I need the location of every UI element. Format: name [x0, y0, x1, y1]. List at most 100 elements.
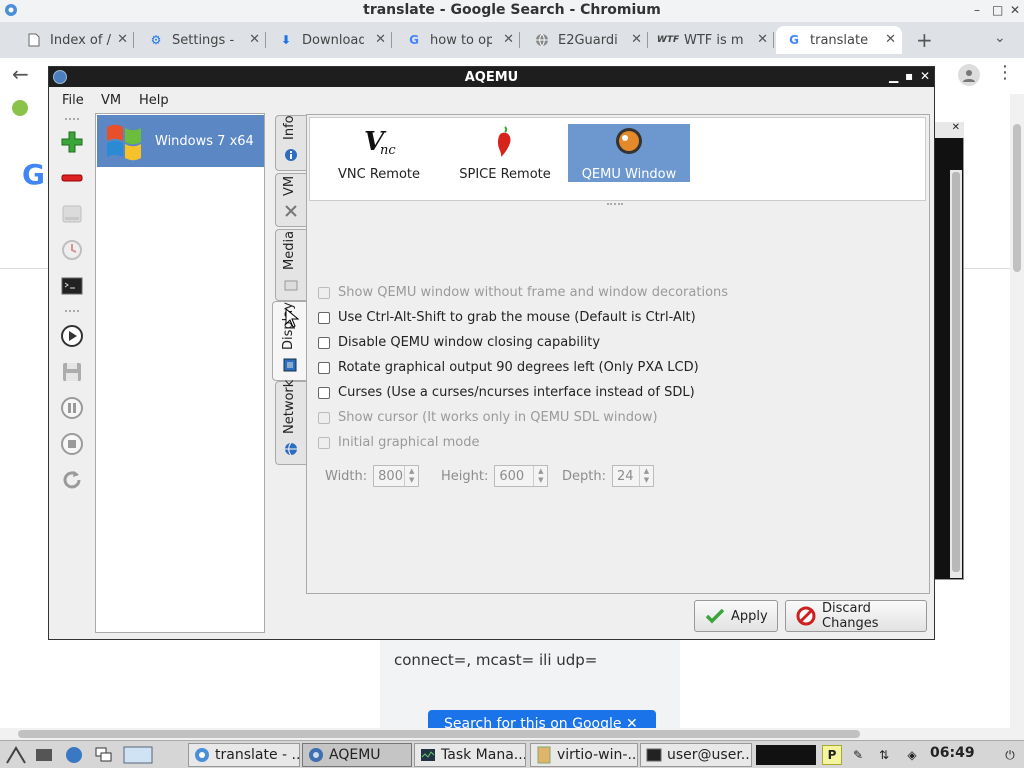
tab-media[interactable]: Media	[275, 229, 306, 301]
tab-settings[interactable]: ⚙ Settings - ✕	[138, 26, 266, 54]
google-logo[interactable]: G	[22, 158, 45, 191]
menu-icon[interactable]: ⋮	[996, 62, 1014, 83]
reset-icon[interactable]	[58, 466, 86, 494]
hard-disk-icon[interactable]	[58, 200, 86, 228]
checkbox[interactable]	[318, 436, 330, 449]
window-switcher-icon[interactable]	[94, 745, 114, 765]
depth-field: Depth: 24 ▲ ▼	[562, 465, 654, 487]
back-icon[interactable]: ←	[12, 62, 29, 86]
save-icon[interactable]	[58, 358, 86, 386]
pause-icon[interactable]	[58, 394, 86, 422]
background-window-scrollbar[interactable]	[950, 170, 962, 578]
tab-search-icon[interactable]: ⌄	[994, 30, 1006, 46]
checkbox[interactable]	[318, 286, 330, 299]
tab-close-icon[interactable]: ✕	[249, 32, 260, 47]
clock-icon[interactable]	[58, 236, 86, 264]
tab-close-icon[interactable]: ✕	[117, 32, 128, 47]
spin-arrows-icon[interactable]: ▲ ▼	[533, 466, 547, 486]
checkbox[interactable]	[318, 386, 330, 399]
maximize-icon[interactable]: ▪	[905, 69, 913, 83]
tab-how-to[interactable]: G how to op ✕	[396, 26, 520, 54]
checkbox[interactable]	[318, 361, 330, 374]
checkbox[interactable]	[318, 336, 330, 349]
vm-list: Windows 7 x64	[95, 113, 265, 633]
tab-e2guardian[interactable]: E2Guardi ✕	[524, 26, 648, 54]
network-globe-icon	[284, 442, 298, 456]
tab-network[interactable]: Network	[275, 380, 306, 465]
network-icon[interactable]: ⇅	[874, 745, 894, 765]
checkbox[interactable]	[318, 311, 330, 324]
horizontal-scrollbar[interactable]	[0, 728, 1024, 740]
height-spinbox[interactable]: 600 ▲ ▼	[494, 465, 549, 487]
vnc-remote-mode[interactable]: Vnc VNC Remote	[318, 124, 440, 183]
option-ctrl-alt-shift-grab[interactable]: Use Ctrl-Alt-Shift to grab the mouse (De…	[318, 310, 696, 325]
clock[interactable]: 06:49	[930, 745, 975, 761]
search-on-google-button[interactable]: Search for this on Google ✕	[428, 710, 656, 728]
task-task-manager[interactable]: Task Mana...	[414, 743, 526, 767]
option-rotate-output[interactable]: Rotate graphical output 90 degrees left …	[318, 360, 699, 375]
updates-icon[interactable]: ◈	[902, 745, 922, 765]
menu-file[interactable]: File	[62, 93, 84, 108]
browser-launcher-icon[interactable]	[64, 745, 84, 765]
tab-close-icon[interactable]: ✕	[375, 32, 386, 47]
width-spinbox[interactable]: 800 ▲ ▼	[373, 465, 420, 487]
file-manager-icon[interactable]	[34, 745, 54, 765]
start-menu-icon[interactable]	[6, 745, 26, 765]
terminal-icon[interactable]	[58, 272, 86, 300]
page-scrollbar[interactable]	[1010, 94, 1024, 728]
profile-icon[interactable]	[958, 64, 980, 86]
tab-translate[interactable]: G translate ✕	[776, 26, 902, 54]
tab-close-icon[interactable]: ✕	[757, 32, 768, 47]
remove-vm-icon[interactable]	[58, 164, 86, 192]
tab-close-icon[interactable]: ✕	[631, 32, 642, 47]
task-aqemu[interactable]: AQEMU	[302, 743, 412, 767]
tab-wtf[interactable]: WTF WTF is m ✕	[650, 26, 774, 54]
qemu-window-mode[interactable]: QEMU Window	[568, 124, 690, 182]
option-frameless-window[interactable]: Show QEMU window without frame and windo…	[318, 285, 728, 300]
show-desktop-icon[interactable]	[122, 745, 154, 765]
cpu-graph[interactable]	[756, 745, 816, 765]
add-vm-icon[interactable]	[58, 128, 86, 156]
spice-remote-mode[interactable]: SPICE Remote	[444, 124, 566, 182]
tab-info[interactable]: Info	[275, 115, 306, 171]
minimize-icon[interactable]: –	[974, 3, 980, 17]
snippet-text: connect=, mcast= ili udp=	[394, 651, 598, 669]
background-window-close[interactable]: ✕	[934, 122, 964, 138]
option-initial-graphical-mode[interactable]: Initial graphical mode	[318, 435, 480, 450]
task-terminal[interactable]: user@user...	[640, 743, 752, 767]
close-icon[interactable]: ✕	[920, 69, 930, 83]
tab-vm[interactable]: VM	[275, 173, 306, 227]
power-icon[interactable]: ⏻	[1000, 745, 1020, 765]
vm-list-item[interactable]: Windows 7 x64	[97, 115, 264, 167]
toolbar-grip[interactable]	[65, 118, 79, 122]
option-curses[interactable]: Curses (Use a curses/ncurses interface i…	[318, 385, 695, 400]
clipboard-icon[interactable]: P	[822, 745, 842, 765]
spin-arrows-icon[interactable]: ▲ ▼	[404, 466, 418, 486]
stop-icon[interactable]	[58, 430, 86, 458]
menu-vm[interactable]: VM	[101, 93, 121, 108]
task-chromium[interactable]: translate - ...	[188, 743, 300, 767]
aqemu-title: AQEMU	[464, 70, 519, 85]
play-icon[interactable]	[58, 322, 86, 350]
checkbox[interactable]	[318, 411, 330, 424]
depth-spinbox[interactable]: 24 ▲ ▼	[611, 465, 654, 487]
apply-button[interactable]: Apply	[694, 600, 778, 632]
maximize-icon[interactable]: □	[992, 3, 1003, 17]
tab-close-icon[interactable]: ✕	[503, 32, 514, 47]
menu-help[interactable]: Help	[139, 93, 169, 108]
tab-close-icon[interactable]: ✕	[885, 32, 896, 47]
option-disable-window-closing[interactable]: Disable QEMU window closing capability	[318, 335, 600, 350]
edit-icon[interactable]: ✎	[848, 745, 868, 765]
tab-download[interactable]: ⬇ Download ✕	[268, 26, 392, 54]
toolbar-grip[interactable]	[65, 310, 79, 314]
new-tab-button[interactable]: +	[916, 28, 933, 52]
close-icon[interactable]: ✕	[1010, 3, 1020, 17]
discard-changes-button[interactable]: Discard Changes	[785, 600, 927, 632]
minimize-icon[interactable]: ▁	[889, 69, 898, 83]
splitter-handle[interactable]	[607, 203, 623, 205]
bookmark-icon[interactable]	[12, 100, 28, 116]
option-show-cursor[interactable]: Show cursor (It works only in QEMU SDL w…	[318, 410, 658, 425]
spin-arrows-icon[interactable]: ▲ ▼	[638, 466, 653, 486]
task-virtio-folder[interactable]: virtio-win-...	[530, 743, 638, 767]
tab-index-of[interactable]: Index of / ✕	[16, 26, 134, 54]
